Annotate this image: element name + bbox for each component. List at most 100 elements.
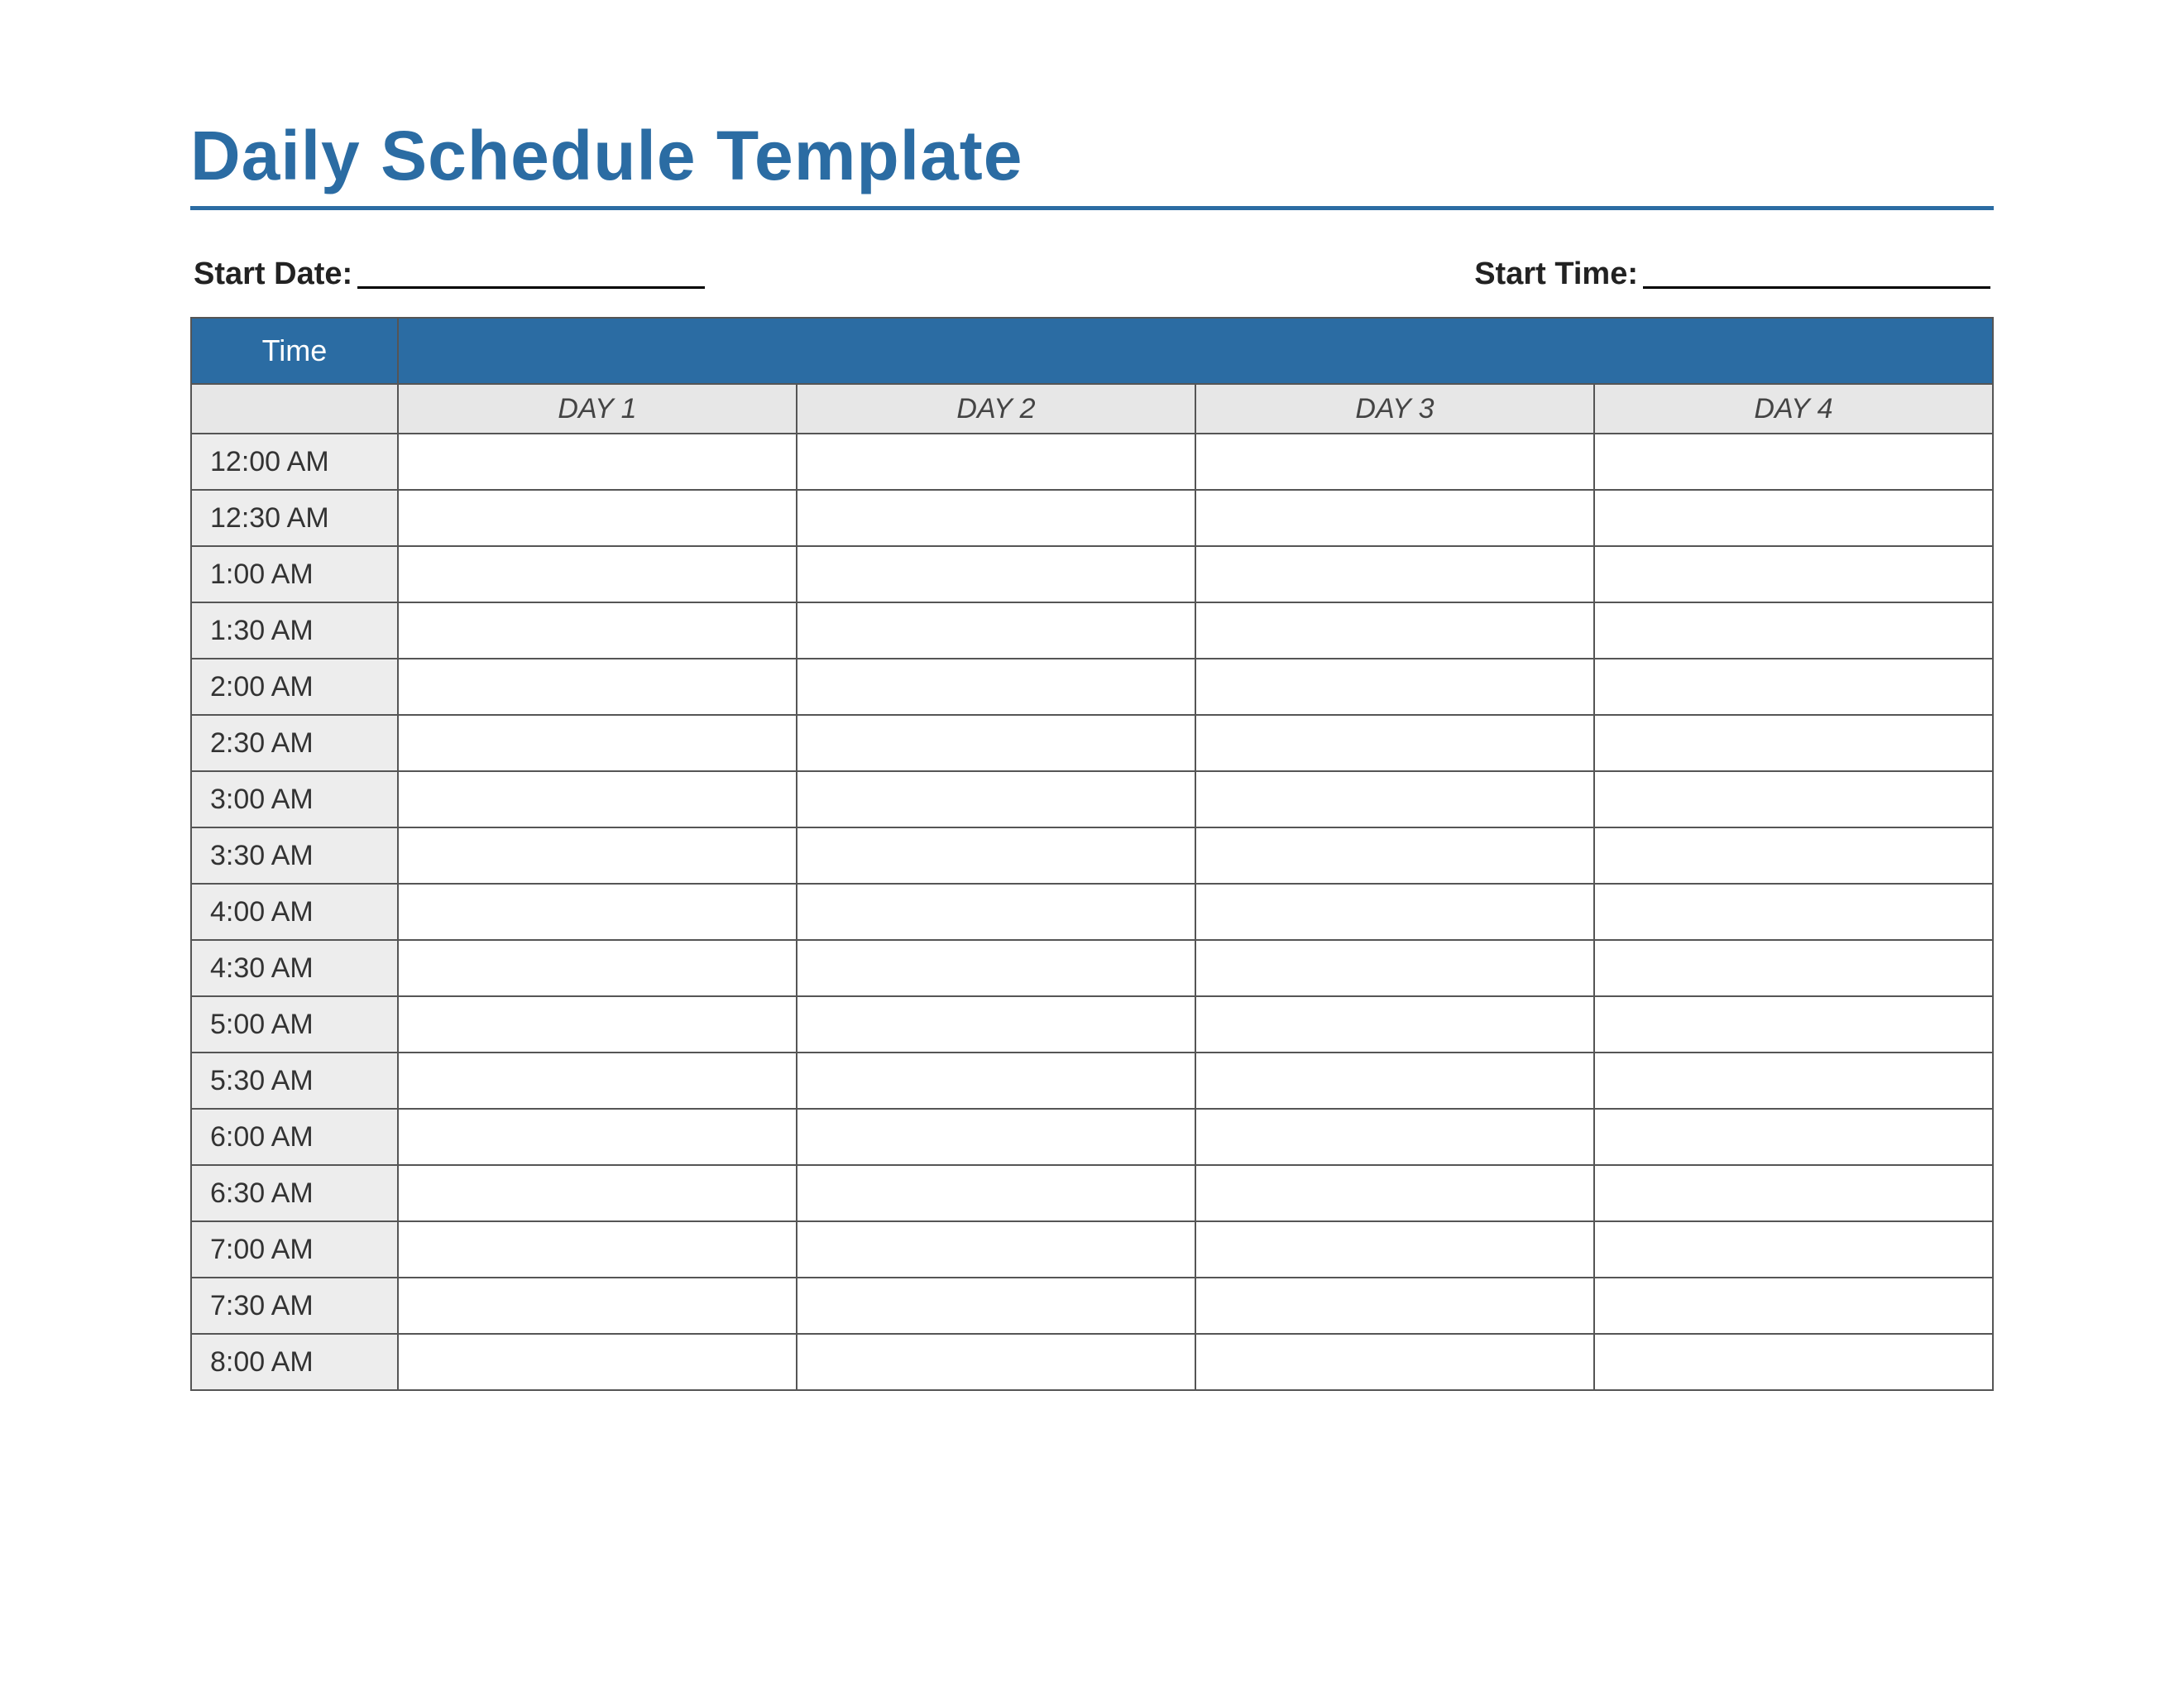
schedule-cell[interactable]	[1195, 827, 1594, 884]
schedule-cell[interactable]	[398, 1278, 797, 1334]
schedule-cell[interactable]	[1195, 940, 1594, 996]
schedule-cell[interactable]	[797, 940, 1195, 996]
page-title: Daily Schedule Template	[190, 116, 1994, 196]
schedule-cell[interactable]	[797, 715, 1195, 771]
schedule-cell[interactable]	[797, 827, 1195, 884]
start-time-group: Start Time:	[1474, 257, 1990, 292]
schedule-cell[interactable]	[398, 490, 797, 546]
table-row: 8:00 AM	[191, 1334, 1993, 1390]
time-cell: 4:30 AM	[191, 940, 398, 996]
schedule-cell[interactable]	[398, 1165, 797, 1221]
time-cell: 7:00 AM	[191, 1221, 398, 1278]
schedule-cell[interactable]	[797, 1053, 1195, 1109]
start-date-field[interactable]	[357, 286, 705, 289]
time-column-header: Time	[191, 318, 398, 384]
table-row: 6:30 AM	[191, 1165, 1993, 1221]
schedule-cell[interactable]	[398, 1221, 797, 1278]
schedule-cell[interactable]	[1594, 884, 1993, 940]
schedule-cell[interactable]	[1594, 771, 1993, 827]
schedule-cell[interactable]	[398, 546, 797, 602]
schedule-cell[interactable]	[797, 1334, 1195, 1390]
schedule-cell[interactable]	[797, 1109, 1195, 1165]
schedule-cell[interactable]	[398, 996, 797, 1053]
time-cell: 4:00 AM	[191, 884, 398, 940]
day-header-1: DAY 1	[398, 384, 797, 434]
time-cell: 3:30 AM	[191, 827, 398, 884]
schedule-cell[interactable]	[398, 1053, 797, 1109]
schedule-cell[interactable]	[1195, 602, 1594, 659]
schedule-cell[interactable]	[1195, 1278, 1594, 1334]
schedule-cell[interactable]	[1195, 996, 1594, 1053]
schedule-cell[interactable]	[1594, 715, 1993, 771]
schedule-cell[interactable]	[398, 1109, 797, 1165]
schedule-cell[interactable]	[1594, 827, 1993, 884]
table-row: 7:00 AM	[191, 1221, 1993, 1278]
schedule-cell[interactable]	[1594, 602, 1993, 659]
schedule-cell[interactable]	[797, 434, 1195, 490]
schedule-cell[interactable]	[797, 546, 1195, 602]
schedule-cell[interactable]	[398, 884, 797, 940]
schedule-cell[interactable]	[1195, 659, 1594, 715]
schedule-cell[interactable]	[797, 996, 1195, 1053]
schedule-cell[interactable]	[398, 434, 797, 490]
schedule-cell[interactable]	[1594, 940, 1993, 996]
start-date-group: Start Date:	[194, 257, 705, 292]
time-cell: 6:30 AM	[191, 1165, 398, 1221]
title-underline	[190, 206, 1994, 210]
table-row: 2:00 AM	[191, 659, 1993, 715]
schedule-cell[interactable]	[1594, 1278, 1993, 1334]
schedule-cell[interactable]	[1594, 1165, 1993, 1221]
time-cell: 1:30 AM	[191, 602, 398, 659]
schedule-cell[interactable]	[1195, 546, 1594, 602]
schedule-cell[interactable]	[797, 659, 1195, 715]
day-header-2: DAY 2	[797, 384, 1195, 434]
table-row: 3:30 AM	[191, 827, 1993, 884]
schedule-cell[interactable]	[797, 1221, 1195, 1278]
schedule-cell[interactable]	[1195, 1165, 1594, 1221]
schedule-cell[interactable]	[1195, 1221, 1594, 1278]
schedule-cell[interactable]	[797, 771, 1195, 827]
schedule-cell[interactable]	[797, 490, 1195, 546]
schedule-cell[interactable]	[1195, 1334, 1594, 1390]
table-row: 4:30 AM	[191, 940, 1993, 996]
schedule-cell[interactable]	[1195, 715, 1594, 771]
schedule-cell[interactable]	[797, 884, 1195, 940]
schedule-cell[interactable]	[1594, 1334, 1993, 1390]
schedule-cell[interactable]	[398, 827, 797, 884]
schedule-cell[interactable]	[1594, 1053, 1993, 1109]
time-cell: 6:00 AM	[191, 1109, 398, 1165]
schedule-cell[interactable]	[1195, 490, 1594, 546]
schedule-cell[interactable]	[1594, 996, 1993, 1053]
schedule-cell[interactable]	[1594, 434, 1993, 490]
schedule-cell[interactable]	[1594, 490, 1993, 546]
schedule-cell[interactable]	[1195, 434, 1594, 490]
time-cell: 1:00 AM	[191, 546, 398, 602]
table-row: 3:00 AM	[191, 771, 1993, 827]
schedule-cell[interactable]	[398, 659, 797, 715]
schedule-cell[interactable]	[1594, 659, 1993, 715]
table-row: 1:30 AM	[191, 602, 1993, 659]
schedule-cell[interactable]	[1195, 1109, 1594, 1165]
time-cell: 12:30 AM	[191, 490, 398, 546]
table-row: 5:30 AM	[191, 1053, 1993, 1109]
schedule-table: Time DAY 1 DAY 2 DAY 3 DAY 4 12:00 AM12:…	[190, 317, 1994, 1391]
schedule-cell[interactable]	[398, 602, 797, 659]
time-cell: 2:00 AM	[191, 659, 398, 715]
start-time-field[interactable]	[1643, 286, 1990, 289]
schedule-cell[interactable]	[1594, 546, 1993, 602]
schedule-cell[interactable]	[797, 1278, 1195, 1334]
start-date-label: Start Date:	[194, 257, 357, 292]
table-row: 5:00 AM	[191, 996, 1993, 1053]
schedule-cell[interactable]	[1195, 1053, 1594, 1109]
schedule-cell[interactable]	[398, 771, 797, 827]
schedule-cell[interactable]	[1195, 884, 1594, 940]
schedule-cell[interactable]	[398, 940, 797, 996]
schedule-cell[interactable]	[797, 602, 1195, 659]
schedule-cell[interactable]	[398, 715, 797, 771]
schedule-cell[interactable]	[1195, 771, 1594, 827]
schedule-cell[interactable]	[797, 1165, 1195, 1221]
schedule-cell[interactable]	[398, 1334, 797, 1390]
schedule-cell[interactable]	[1594, 1109, 1993, 1165]
time-cell: 12:00 AM	[191, 434, 398, 490]
schedule-cell[interactable]	[1594, 1221, 1993, 1278]
